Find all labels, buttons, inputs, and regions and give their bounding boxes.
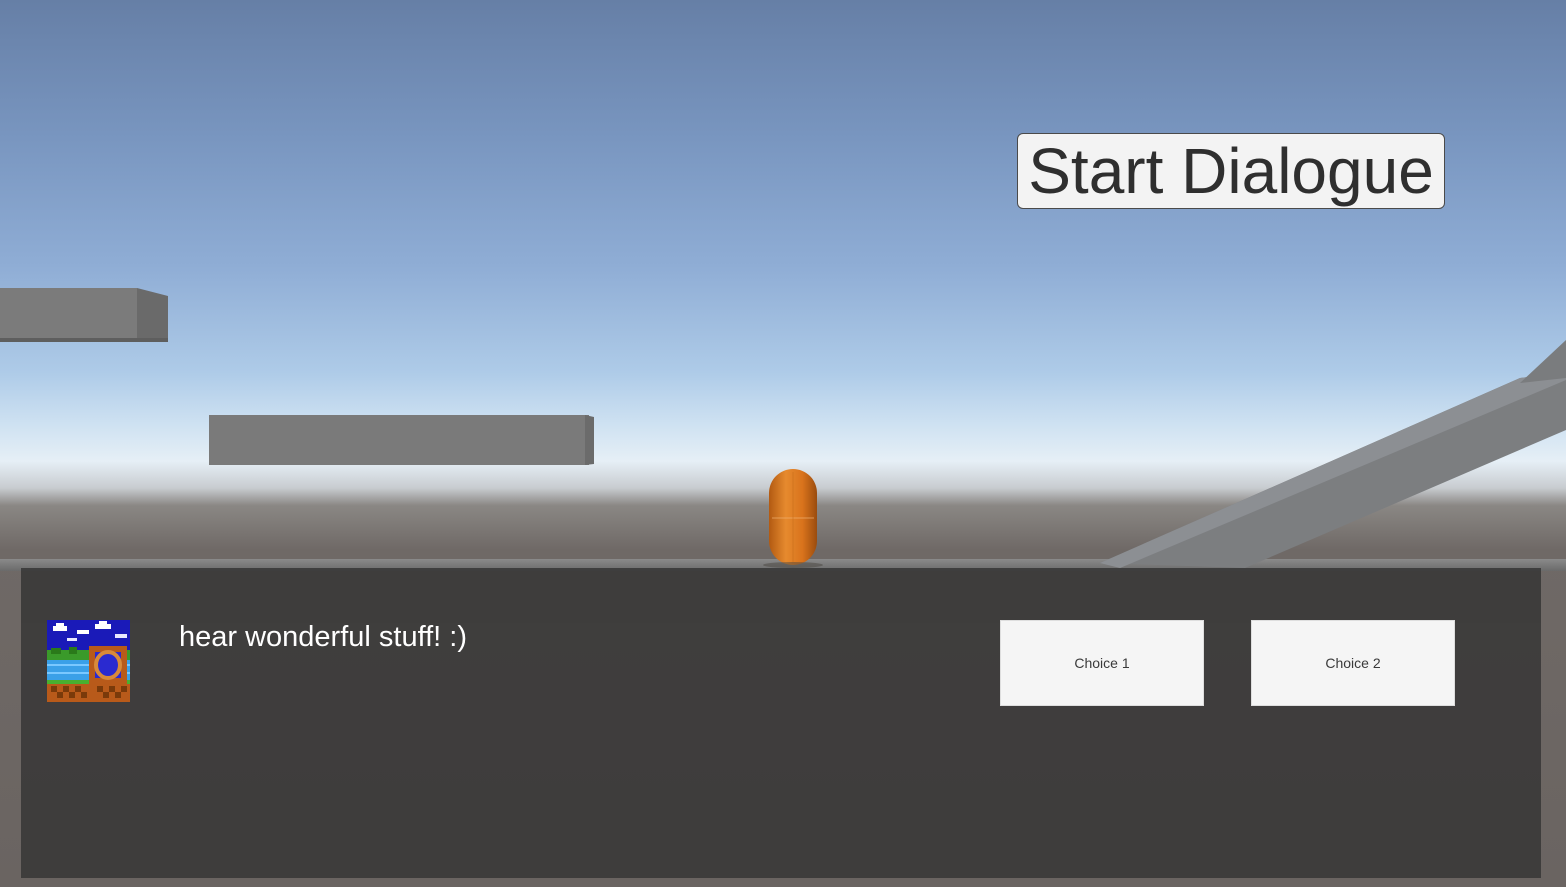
ramp-platform	[1100, 340, 1566, 568]
dialogue-text: hear wonderful stuff! :)	[179, 621, 468, 653]
landscape-portrait-icon	[47, 620, 130, 702]
floating-platform-upper-left	[0, 288, 168, 342]
dialogue-panel: hear wonderful stuff! :) Choice 1 Choice…	[21, 568, 1541, 878]
game-scene: Start Dialogue hear wonderful stuff!:) …	[0, 0, 1566, 887]
choice-2-button[interactable]: Choice 2	[1251, 620, 1455, 706]
dialogue-panel-header-band	[21, 568, 1541, 623]
player-capsule	[763, 469, 823, 568]
floating-platform-middle	[209, 415, 594, 465]
choice-1-button[interactable]: Choice 1	[1000, 620, 1204, 706]
start-dialogue-button[interactable]: Start Dialogue	[1017, 133, 1445, 209]
